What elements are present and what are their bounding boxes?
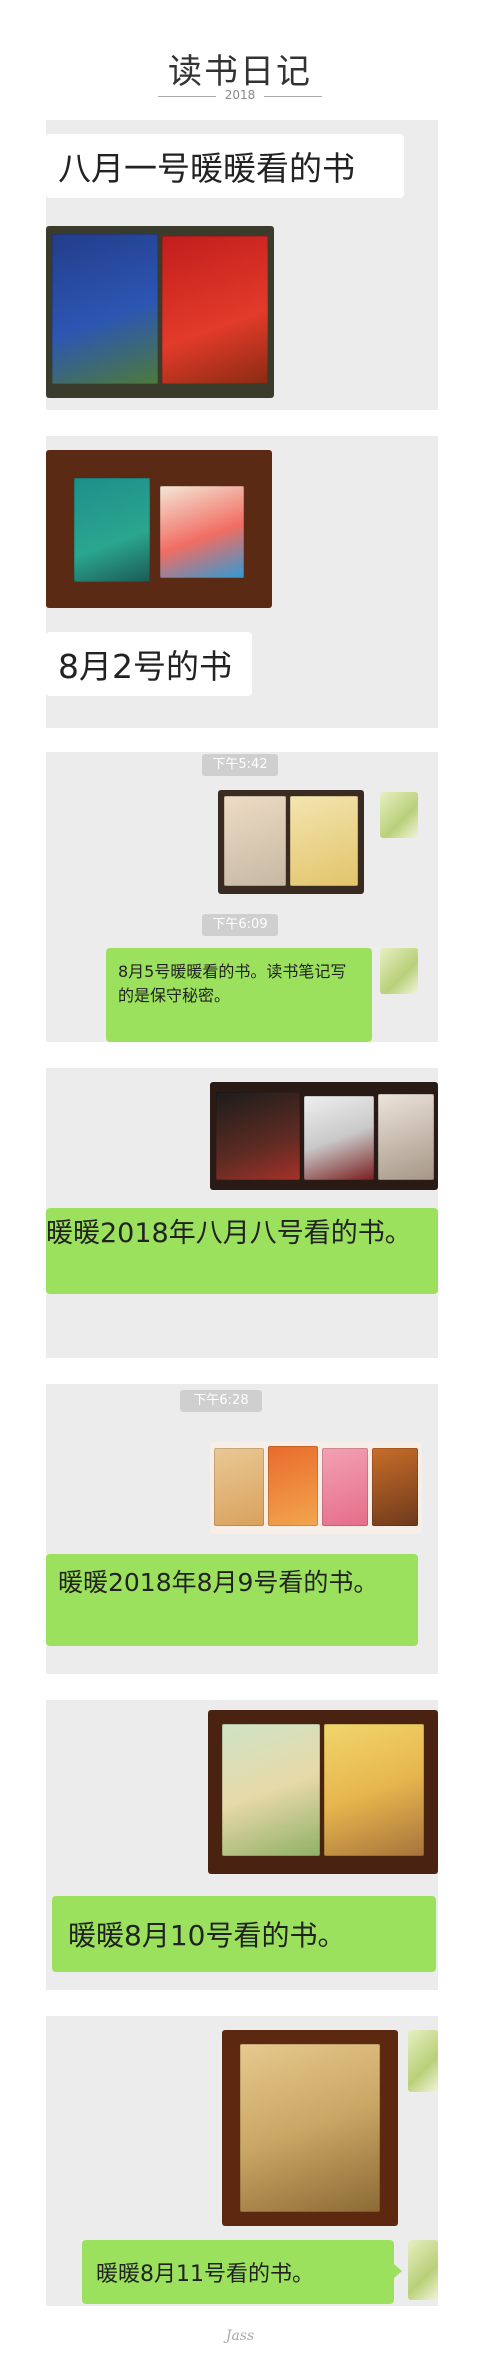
book-cover-notebook xyxy=(224,796,286,886)
post-aug-2: 8月2号的书 xyxy=(46,436,438,728)
book-photo[interactable] xyxy=(210,1082,438,1190)
book-cover-yellow xyxy=(290,796,358,886)
book-cover-pink xyxy=(322,1448,368,1526)
book-cover-insects xyxy=(240,2044,380,2212)
footer-signature: Jass xyxy=(225,2328,255,2344)
message-text: 暖暖8月11号看的书。 xyxy=(96,2262,314,2287)
book-cover-orange xyxy=(214,1448,264,1526)
post-aug-5: 下午5:42 下午6:09 8月5号暖暖看的书。读书笔记写的是保守秘密。 xyxy=(46,752,438,1042)
book-cover-teal xyxy=(74,478,150,582)
message-text: 暖暖8月10号看的书。 xyxy=(68,1919,346,1952)
book-cover-sepia xyxy=(378,1094,434,1180)
book-cover-white xyxy=(160,486,244,578)
book-cover-red xyxy=(162,236,268,384)
message-bubble[interactable]: 暖暖2018年8月9号看的书。 xyxy=(46,1554,418,1646)
caption-text: 八月一号暖暖看的书 xyxy=(58,149,355,188)
book-photo[interactable] xyxy=(46,450,272,608)
book-cover-ducks xyxy=(324,1724,424,1856)
page-title: 读书日记 xyxy=(168,52,312,92)
book-cover-white xyxy=(304,1096,374,1180)
book-cover-dark xyxy=(216,1092,300,1180)
caption-bubble: 八月一号暖暖看的书 xyxy=(46,134,404,198)
user-avatar[interactable] xyxy=(408,2240,438,2300)
message-bubble[interactable]: 暖暖8月10号看的书。 xyxy=(52,1896,436,1972)
user-avatar[interactable] xyxy=(380,792,418,838)
book-cover-blue xyxy=(52,234,158,384)
message-text: 8月5号暖暖看的书。读书笔记写的是保守秘密。 xyxy=(118,962,347,1005)
book-photo[interactable] xyxy=(218,790,364,894)
post-aug-10: 暖暖8月10号看的书。 xyxy=(46,1700,438,1990)
book-photo[interactable] xyxy=(222,2030,398,2226)
post-aug-8: 暖暖2018年八月八号看的书。 xyxy=(46,1068,438,1358)
message-bubble[interactable]: 8月5号暖暖看的书。读书笔记写的是保守秘密。 xyxy=(106,948,372,1042)
user-avatar[interactable] xyxy=(408,2030,438,2092)
book-cover-red xyxy=(268,1446,318,1526)
user-avatar[interactable] xyxy=(380,948,418,994)
post-aug-9: 下午6:28 暖暖2018年8月9号看的书。 xyxy=(46,1384,438,1674)
timestamp: 下午6:09 xyxy=(202,914,278,936)
book-cover-brown xyxy=(372,1448,418,1526)
post-aug-1: 八月一号暖暖看的书 xyxy=(46,120,438,410)
caption-bubble: 8月2号的书 xyxy=(46,632,252,696)
message-text: 暖暖2018年八月八号看的书。 xyxy=(46,1218,412,1249)
message-text: 暖暖2018年8月9号看的书。 xyxy=(58,1568,379,1597)
timestamp: 下午5:42 xyxy=(202,754,278,776)
book-photo[interactable] xyxy=(46,226,274,398)
title-year: 2018 xyxy=(224,88,256,102)
book-photo[interactable] xyxy=(208,1710,438,1874)
bubble-tail xyxy=(394,2264,402,2278)
title-divider-right xyxy=(264,96,322,97)
message-bubble[interactable]: 暖暖8月11号看的书。 xyxy=(82,2240,394,2304)
book-cover-animals xyxy=(222,1724,320,1856)
message-bubble[interactable]: 暖暖2018年八月八号看的书。 xyxy=(46,1208,438,1294)
caption-text: 8月2号的书 xyxy=(58,647,232,686)
timestamp: 下午6:28 xyxy=(180,1390,262,1412)
book-photo[interactable] xyxy=(210,1442,422,1534)
post-aug-11: 暖暖8月11号看的书。 xyxy=(46,2016,438,2306)
